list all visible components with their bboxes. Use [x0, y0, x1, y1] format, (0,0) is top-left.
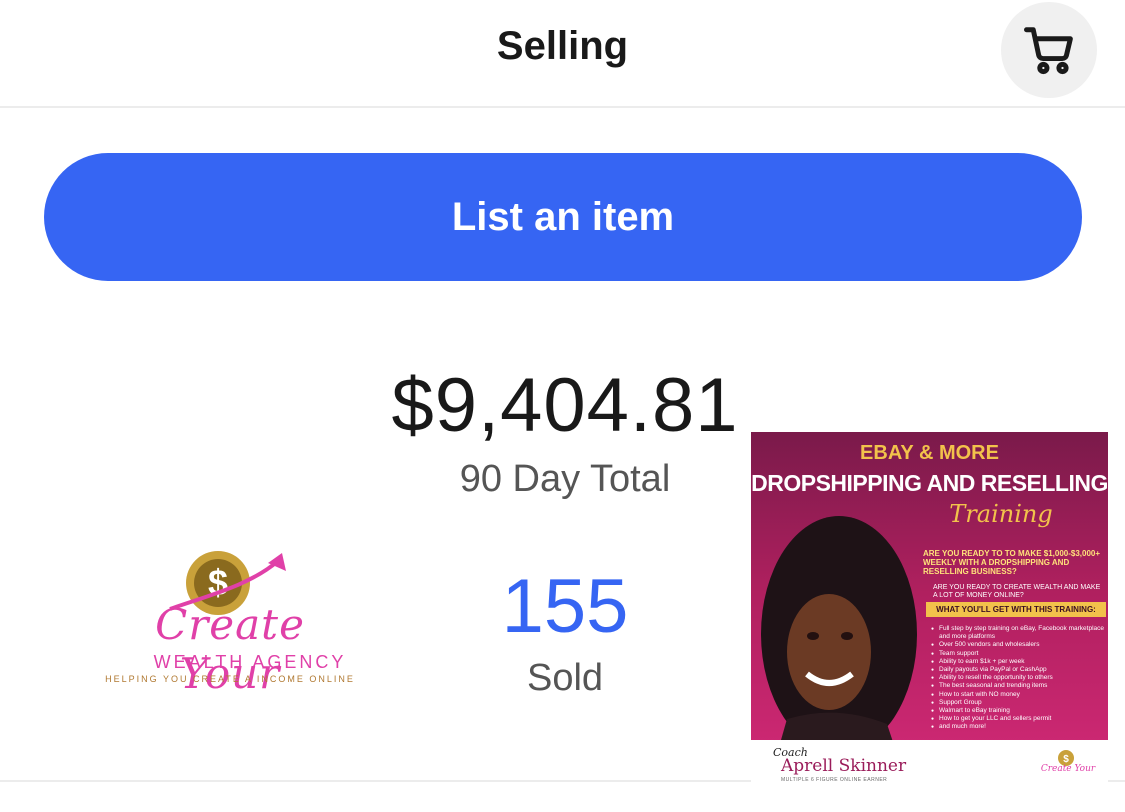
flyer-benefit: How to get your LLC and sellers permit — [931, 715, 1104, 723]
top-bar: Selling — [0, 0, 1125, 108]
flyer-banner: WHAT YOU'LL GET WITH THIS TRAINING: — [926, 602, 1106, 617]
flyer-headline: EBAY & MORE — [860, 442, 999, 464]
page-title: Selling — [496, 24, 629, 68]
flyer-benefit: Ability to earn $1k + per week — [931, 658, 1104, 666]
logo-tagline: HELPING YOU CREATE A INCOME ONLINE — [105, 674, 355, 684]
flyer-question-2: ARE YOU READY TO CREATE WEALTH AND MAKE … — [933, 584, 1101, 599]
coach-photo — [761, 516, 917, 754]
flyer-benefit: Support Group — [931, 699, 1104, 707]
flyer-benefits-list: Full step by step training on eBay, Face… — [931, 625, 1104, 732]
mini-logo-text: Create Your — [1040, 764, 1096, 774]
list-an-item-button[interactable]: List an item — [44, 153, 1082, 281]
flyer-question: ARE YOU READY TO TO MAKE $1,000-$3,000+ … — [923, 549, 1101, 576]
training-flyer-image: EBAY & MORE DROPSHIPPING AND RESELLING T… — [751, 432, 1108, 790]
create-your-wealth-agency-logo: $ Create Your WEALTH AGENCY HELPING YOU … — [100, 545, 360, 698]
coach-subtitle: MULTIPLE 6 FIGURE ONLINE EARNER — [781, 777, 888, 783]
cart-button[interactable] — [1001, 2, 1097, 98]
flyer-benefit: and much more! — [931, 723, 1104, 731]
shopping-cart-icon — [1024, 27, 1073, 75]
coach-name: Aprell Skinner — [781, 756, 907, 776]
flyer-benefit: Walmart to eBay training — [931, 707, 1104, 715]
flyer-benefit: The best seasonal and trending items — [931, 682, 1104, 690]
logo-wealth-agency: WEALTH AGENCY — [153, 652, 347, 672]
flyer-subheadline: DROPSHIPPING AND RESELLING — [751, 470, 1108, 496]
flyer-training-script: Training — [949, 500, 1053, 528]
flyer-benefit: Daily payouts via PayPal or CashApp — [931, 666, 1104, 674]
flyer-benefit: How to start with NO money — [931, 691, 1104, 699]
flyer-mini-logo: $ Create Your — [1036, 748, 1100, 786]
flyer-benefit: Over 500 vendors and wholesalers — [931, 641, 1104, 649]
flyer-benefit: Full step by step training on eBay, Face… — [931, 625, 1104, 641]
flyer-benefit: Ability to resell the opportunity to oth… — [931, 674, 1104, 682]
flyer-benefit: Team support — [931, 650, 1104, 658]
